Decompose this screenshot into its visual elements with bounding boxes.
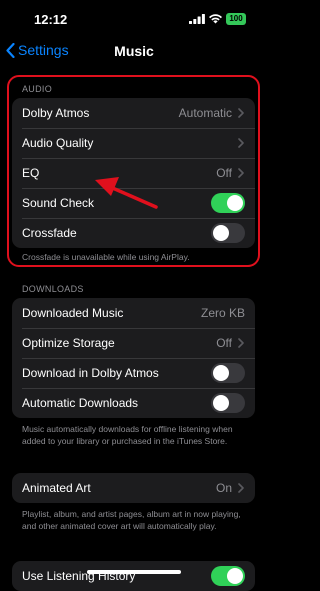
row-label: Downloaded Music xyxy=(22,306,124,320)
toggle-knob xyxy=(227,568,243,584)
home-indicator[interactable] xyxy=(87,570,181,574)
battery-icon: 100 xyxy=(226,13,246,25)
animated-art-row[interactable]: Animated Art On xyxy=(12,473,255,503)
highlight-box xyxy=(7,75,260,267)
download-dolby-atmos-toggle[interactable] xyxy=(211,363,245,383)
optimize-storage-row[interactable]: Optimize Storage Off xyxy=(12,328,255,358)
listening-history-row: Use Listening History xyxy=(12,561,255,591)
row-label: Download in Dolby Atmos xyxy=(22,366,159,380)
downloads-footer: Music automatically downloads for offlin… xyxy=(22,424,233,446)
status-bar: 12:12 100 xyxy=(0,0,268,36)
chevron-right-icon xyxy=(238,483,248,493)
row-value: On xyxy=(215,481,232,495)
listening-history-group: Use Listening History xyxy=(12,561,255,591)
page-title: Music xyxy=(114,43,154,59)
section-header-downloads: DOWNLOADS xyxy=(22,284,84,294)
row-value: Off xyxy=(216,336,232,350)
wifi-icon xyxy=(209,14,222,24)
navigation-bar: Settings Music xyxy=(0,36,268,68)
automatic-downloads-row: Automatic Downloads xyxy=(12,388,255,418)
animated-art-footer: Playlist, album, and artist pages, album… xyxy=(22,509,241,531)
toggle-knob xyxy=(213,365,229,381)
downloaded-music-row[interactable]: Downloaded Music Zero KB xyxy=(12,298,255,328)
listening-history-toggle[interactable] xyxy=(211,566,245,586)
row-value: Zero KB xyxy=(200,306,245,320)
row-label: Optimize Storage xyxy=(22,336,115,350)
chevron-right-icon xyxy=(238,338,248,348)
row-label: Automatic Downloads xyxy=(22,396,139,410)
toggle-knob xyxy=(213,395,229,411)
cellular-signal-icon xyxy=(189,14,205,24)
status-time: 12:12 xyxy=(34,12,68,27)
download-dolby-atmos-row: Download in Dolby Atmos xyxy=(12,358,255,388)
row-label: Animated Art xyxy=(22,481,91,495)
downloads-group: Downloaded Music Zero KB Optimize Storag… xyxy=(12,298,255,418)
animated-art-group: Animated Art On xyxy=(12,473,255,503)
automatic-downloads-toggle[interactable] xyxy=(211,393,245,413)
